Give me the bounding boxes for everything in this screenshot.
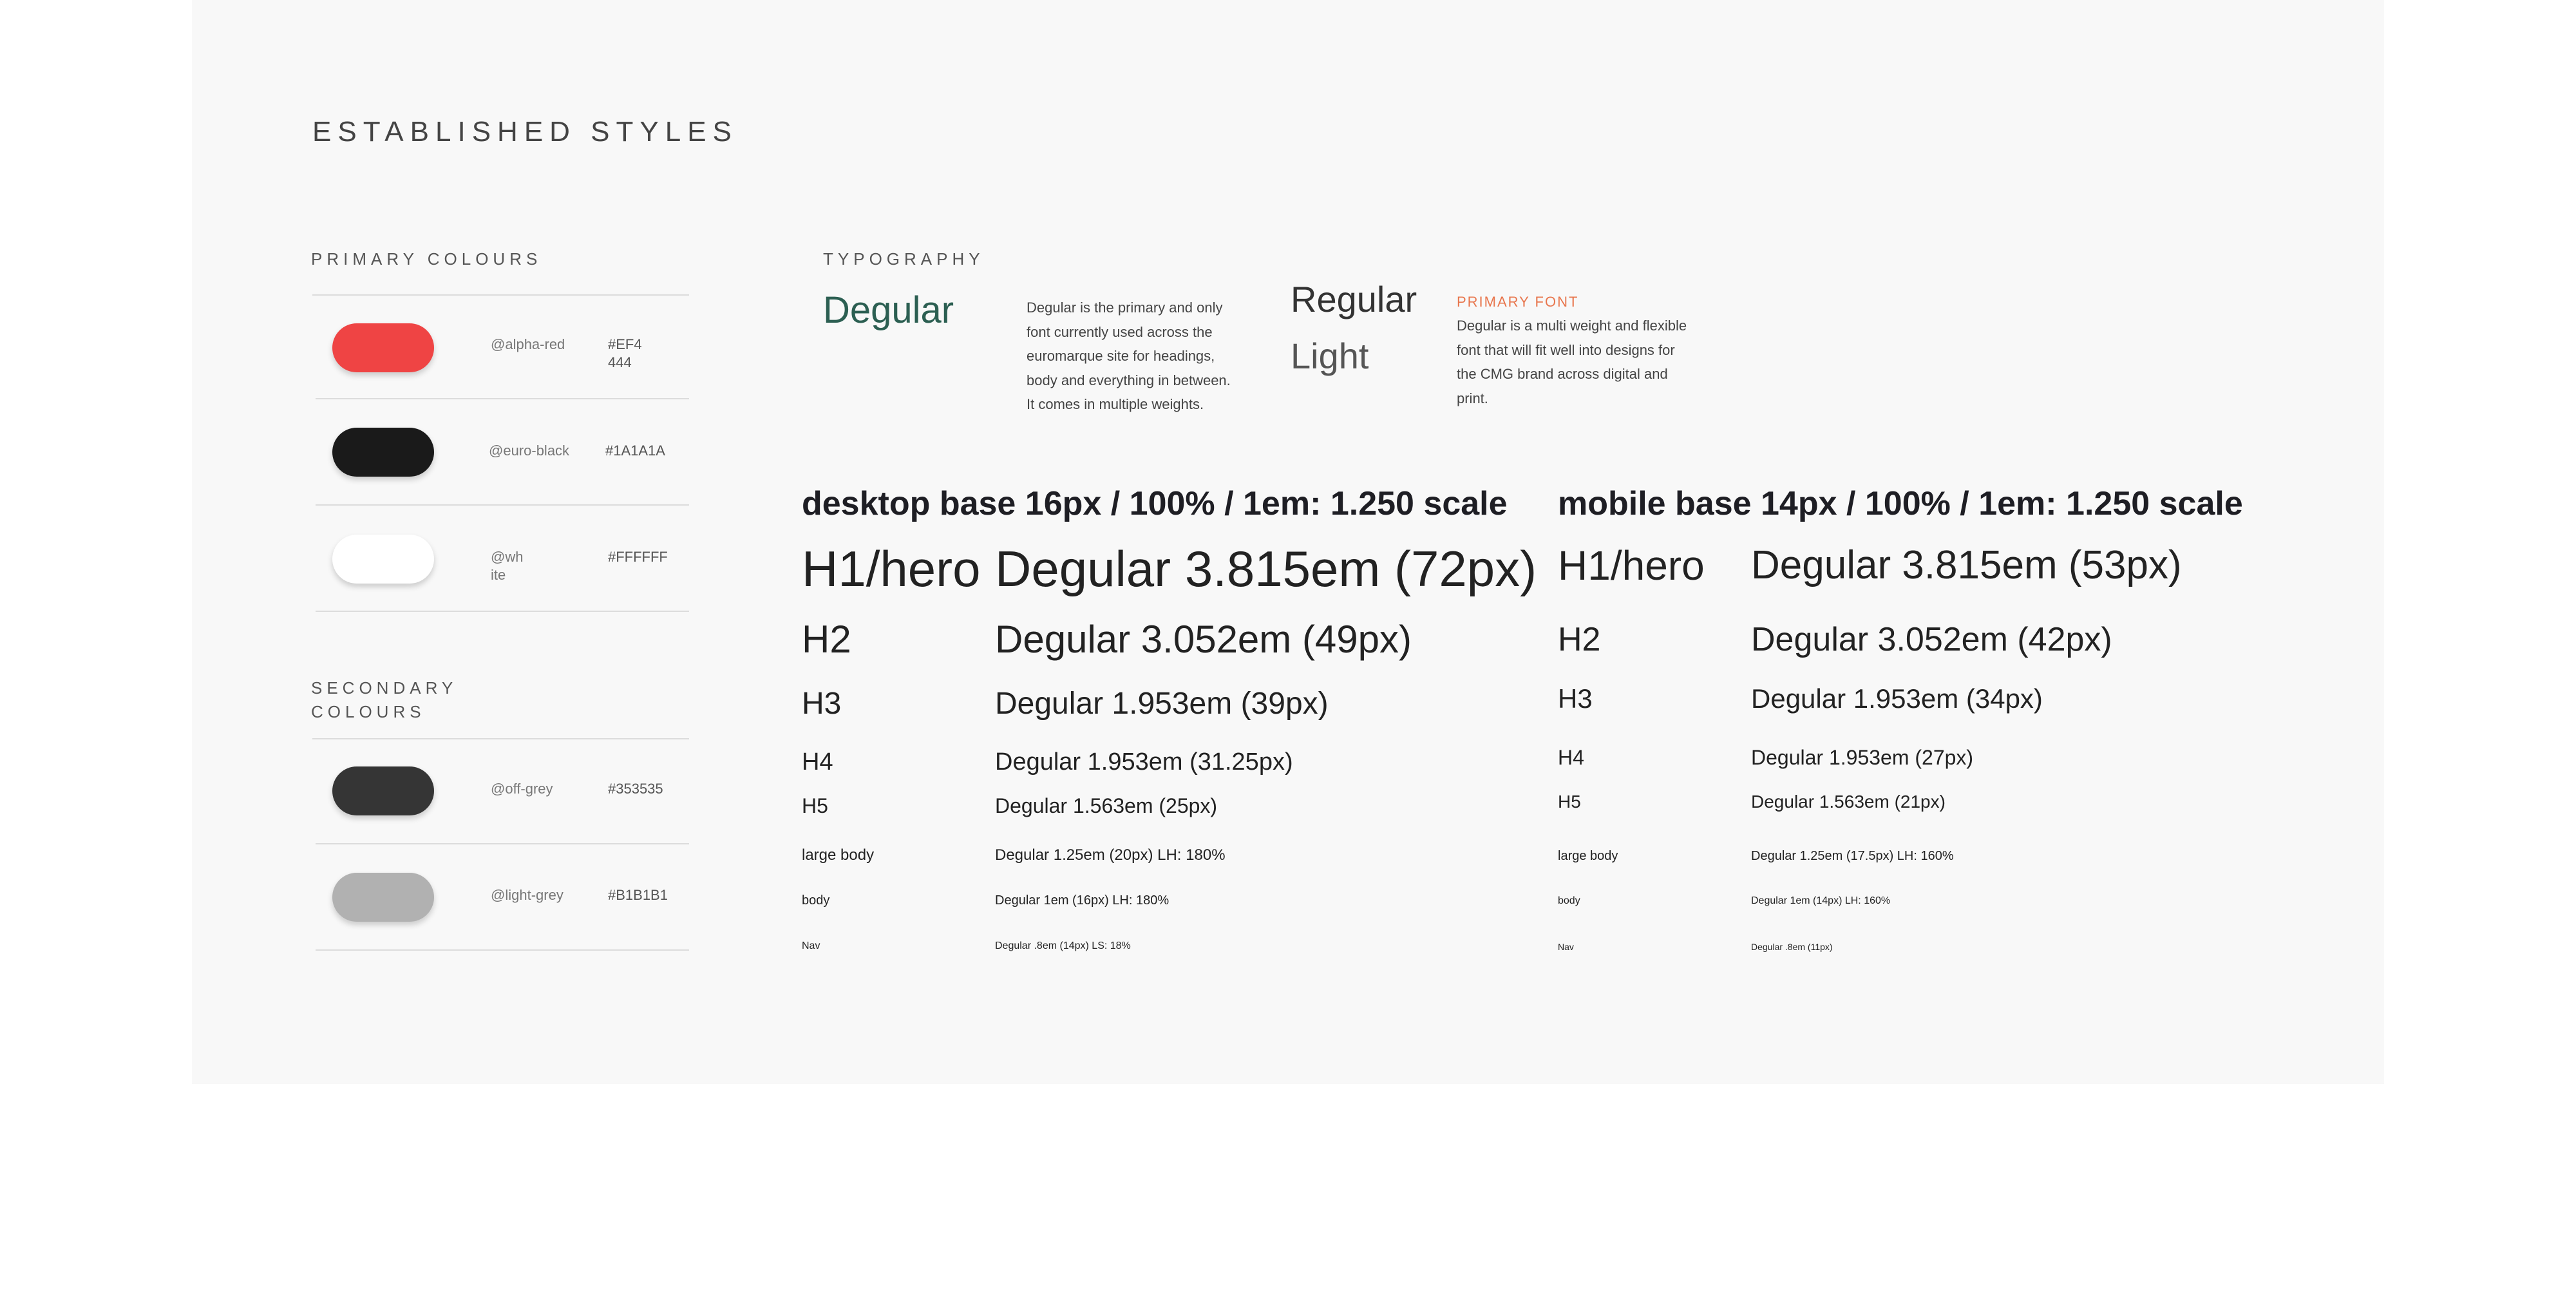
mobile-style-name: H5 (1558, 792, 1581, 812)
divider (316, 504, 689, 506)
desktop-style-name: large body (802, 846, 875, 864)
var-name: @light-grey (491, 887, 564, 903)
swatch-light-grey (332, 873, 434, 922)
desktop-style-value: Degular 1.25em (20px) LH: 180% (995, 846, 1226, 864)
swatch-white (332, 535, 434, 584)
var-name: @off-grey (491, 781, 553, 797)
mobile-style-name: body (1558, 895, 1580, 906)
divider (312, 294, 689, 296)
secondary-colours-label: SECONDARY (311, 678, 458, 698)
primary-colours-label: PRIMARY COLOURS (311, 249, 542, 269)
var-name: @alpha-red (491, 336, 565, 352)
desktop-style-value: Degular 1.563em (25px) (995, 794, 1218, 817)
var-name: @euro-black (489, 442, 570, 459)
mobile-scale-heading: mobile base 14px / 100% / 1em: 1.250 sca… (1558, 485, 2243, 522)
font-description: Degular is the primary and only font cur… (1027, 300, 1231, 412)
hex-code: #1A1A1A (605, 442, 665, 459)
weight-light: Light (1291, 336, 1369, 376)
mobile-style-name: Nav (1558, 942, 1574, 952)
swatch-alpha-red (332, 323, 434, 372)
desktop-style-name: body (802, 893, 830, 908)
swatch-off-grey (332, 766, 434, 815)
mobile-style-name: H2 (1558, 621, 1601, 658)
mobile-style-value: Degular .8em (11px) (1751, 942, 1833, 952)
weight-regular: Regular (1291, 279, 1417, 319)
mobile-style-name: H3 (1558, 683, 1593, 714)
desktop-style-name: H5 (802, 794, 828, 817)
desktop-style-value: Degular 1em (16px) LH: 180% (995, 893, 1170, 908)
hex-code: #EF4 (608, 336, 642, 352)
desktop-style-value: Degular 3.052em (49px) (995, 618, 1412, 661)
mobile-style-value: Degular 3.052em (42px) (1751, 621, 2112, 658)
desktop-scale-heading: desktop base 16px / 100% / 1em: 1.250 sc… (802, 485, 1508, 522)
divider (316, 949, 689, 951)
var-name: ite (491, 567, 506, 583)
hex-code: #353535 (608, 781, 663, 797)
font-name-sample: Degular (823, 289, 954, 331)
mobile-style-value: Degular 1.563em (21px) (1751, 792, 1946, 812)
mobile-style-name: H1/hero (1558, 542, 1705, 589)
desktop-style-value: Degular .8em (14px) LS: 18% (995, 940, 1131, 951)
hex-code: #B1B1B1 (608, 887, 668, 903)
mobile-style-value: Degular 1em (14px) LH: 160% (1751, 895, 1891, 906)
desktop-style-name: Nav (802, 940, 820, 951)
primary-font-description: Degular is a multi weight and flexible f… (1457, 318, 1687, 406)
hex-code: 444 (608, 354, 632, 370)
page-title: ESTABLISHED STYLES (312, 116, 738, 147)
divider (312, 738, 689, 739)
desktop-style-value: Degular 1.953em (31.25px) (995, 748, 1293, 775)
divider (316, 843, 689, 844)
desktop-style-name: H3 (802, 687, 842, 721)
desktop-style-name: H2 (802, 618, 851, 661)
hex-code: #FFFFFF (608, 549, 668, 565)
divider (316, 611, 689, 612)
mobile-style-value: Degular 1.953em (34px) (1751, 683, 2043, 714)
desktop-style-value: Degular 1.953em (39px) (995, 687, 1329, 721)
mobile-style-name: H4 (1558, 746, 1584, 769)
divider (316, 398, 689, 399)
mobile-style-value: Degular 1.25em (17.5px) LH: 160% (1751, 849, 1954, 863)
var-name: @wh (491, 549, 524, 565)
swatch-euro-black (332, 428, 434, 477)
desktop-style-name: H4 (802, 748, 833, 775)
mobile-style-value: Degular 3.815em (53px) (1751, 543, 2182, 587)
mobile-style-value: Degular 1.953em (27px) (1751, 746, 1974, 769)
typography-label: TYPOGRAPHY (823, 249, 985, 269)
secondary-colours-label: COLOURS (311, 702, 426, 721)
desktop-style-value: Degular 3.815em (72px) (995, 540, 1537, 597)
primary-font-label: PRIMARY FONT (1457, 294, 1579, 310)
desktop-style-name: H1/hero (802, 540, 981, 597)
mobile-style-name: large body (1558, 849, 1618, 863)
